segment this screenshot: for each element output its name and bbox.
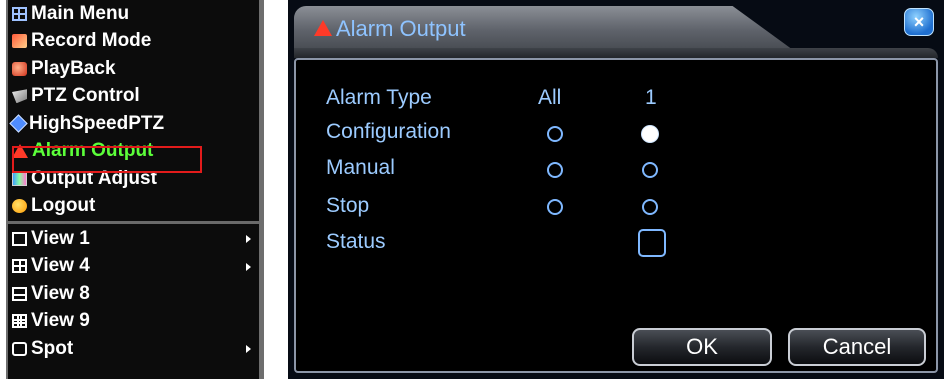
menu-item-view-4[interactable]: View 4: [8, 253, 259, 281]
cancel-button[interactable]: Cancel: [788, 328, 926, 366]
status-checkbox[interactable]: [638, 229, 666, 257]
manual-all-radio[interactable]: [547, 162, 563, 178]
spot-icon: [12, 341, 27, 356]
menu-item-label: Record Mode: [31, 30, 152, 52]
menu-item-label: View 1: [31, 227, 90, 249]
playback-icon: [12, 61, 27, 76]
menu-item-label: Output Adjust: [31, 167, 157, 189]
menu-item-label: Logout: [31, 195, 96, 217]
configuration-label: Configuration: [326, 120, 451, 143]
logout-icon: [12, 199, 27, 214]
menu-item-label: View 9: [31, 310, 90, 332]
menu-item-view-8[interactable]: View 8: [8, 280, 259, 308]
highspeed-ptz-icon: [9, 114, 28, 133]
menu-item-spot[interactable]: Spot: [8, 335, 259, 363]
manual-label: Manual: [326, 156, 395, 179]
menu-item-ptz-control[interactable]: PTZ Control: [8, 83, 259, 111]
close-icon: ×: [913, 11, 925, 32]
alarm-warning-icon: [314, 20, 332, 36]
view-9-icon: [12, 314, 27, 329]
ok-button-label: OK: [686, 334, 718, 359]
column-header-1: 1: [645, 86, 657, 109]
menu-item-label: PTZ Control: [31, 85, 140, 107]
settings-panel: Alarm Type All 1 Configuration Manual St…: [294, 58, 938, 373]
status-label: Status: [326, 230, 386, 253]
menu-item-logout[interactable]: Logout: [8, 193, 259, 221]
configuration-all-radio[interactable]: [547, 126, 563, 142]
menu-item-view-9[interactable]: View 9: [8, 308, 259, 336]
cancel-button-label: Cancel: [822, 334, 892, 359]
menu-item-label: PlayBack: [31, 57, 116, 79]
menu-item-label: Main Menu: [31, 2, 130, 24]
submenu-arrow-icon: [246, 262, 251, 271]
ok-button[interactable]: OK: [632, 328, 772, 366]
menu-item-output-adjust[interactable]: Output Adjust: [8, 165, 259, 193]
submenu-arrow-icon: [246, 235, 251, 243]
alarm-output-icon: [12, 144, 28, 159]
dialog-title: Alarm Output: [336, 16, 466, 41]
menu-item-view-1[interactable]: View 1: [8, 225, 259, 253]
view-8-icon: [12, 286, 27, 301]
view-1-icon: [12, 231, 27, 246]
stop-label: Stop: [326, 194, 370, 217]
manual-1-radio[interactable]: [642, 162, 658, 178]
stop-1-radio[interactable]: [642, 199, 658, 215]
submenu-arrow-icon: [246, 345, 251, 353]
menu-item-alarm-output[interactable]: Alarm Output: [8, 138, 259, 166]
context-menu: Main Menu Record Mode PlayBack PTZ Contr…: [6, 0, 264, 379]
menu-item-label: View 8: [31, 282, 90, 304]
column-header-all: All: [538, 86, 562, 109]
menu-item-record-mode[interactable]: Record Mode: [8, 28, 259, 56]
stop-all-radio[interactable]: [547, 199, 563, 215]
title-bar: [294, 48, 938, 58]
record-mode-icon: [12, 34, 27, 49]
alarm-output-dialog: Alarm Output × Alarm Type All 1 Configur…: [288, 0, 944, 379]
menu-item-label: Alarm Output: [32, 140, 154, 162]
output-adjust-icon: [12, 171, 27, 186]
view-4-icon: [12, 259, 27, 274]
menu-item-highspeed-ptz[interactable]: HighSpeedPTZ: [8, 110, 259, 138]
menu-item-label: Spot: [31, 337, 74, 359]
configuration-1-radio[interactable]: [642, 126, 658, 142]
menu-item-label: View 4: [31, 255, 90, 277]
alarm-type-label: Alarm Type: [326, 86, 432, 109]
menu-separator: [8, 221, 259, 224]
close-button[interactable]: ×: [904, 8, 934, 36]
menu-item-playback[interactable]: PlayBack: [8, 55, 259, 83]
menu-item-main-menu[interactable]: Main Menu: [8, 0, 259, 28]
menu-item-label: HighSpeedPTZ: [29, 112, 165, 134]
main-menu-icon: [12, 6, 27, 21]
ptz-control-icon: [12, 89, 27, 104]
